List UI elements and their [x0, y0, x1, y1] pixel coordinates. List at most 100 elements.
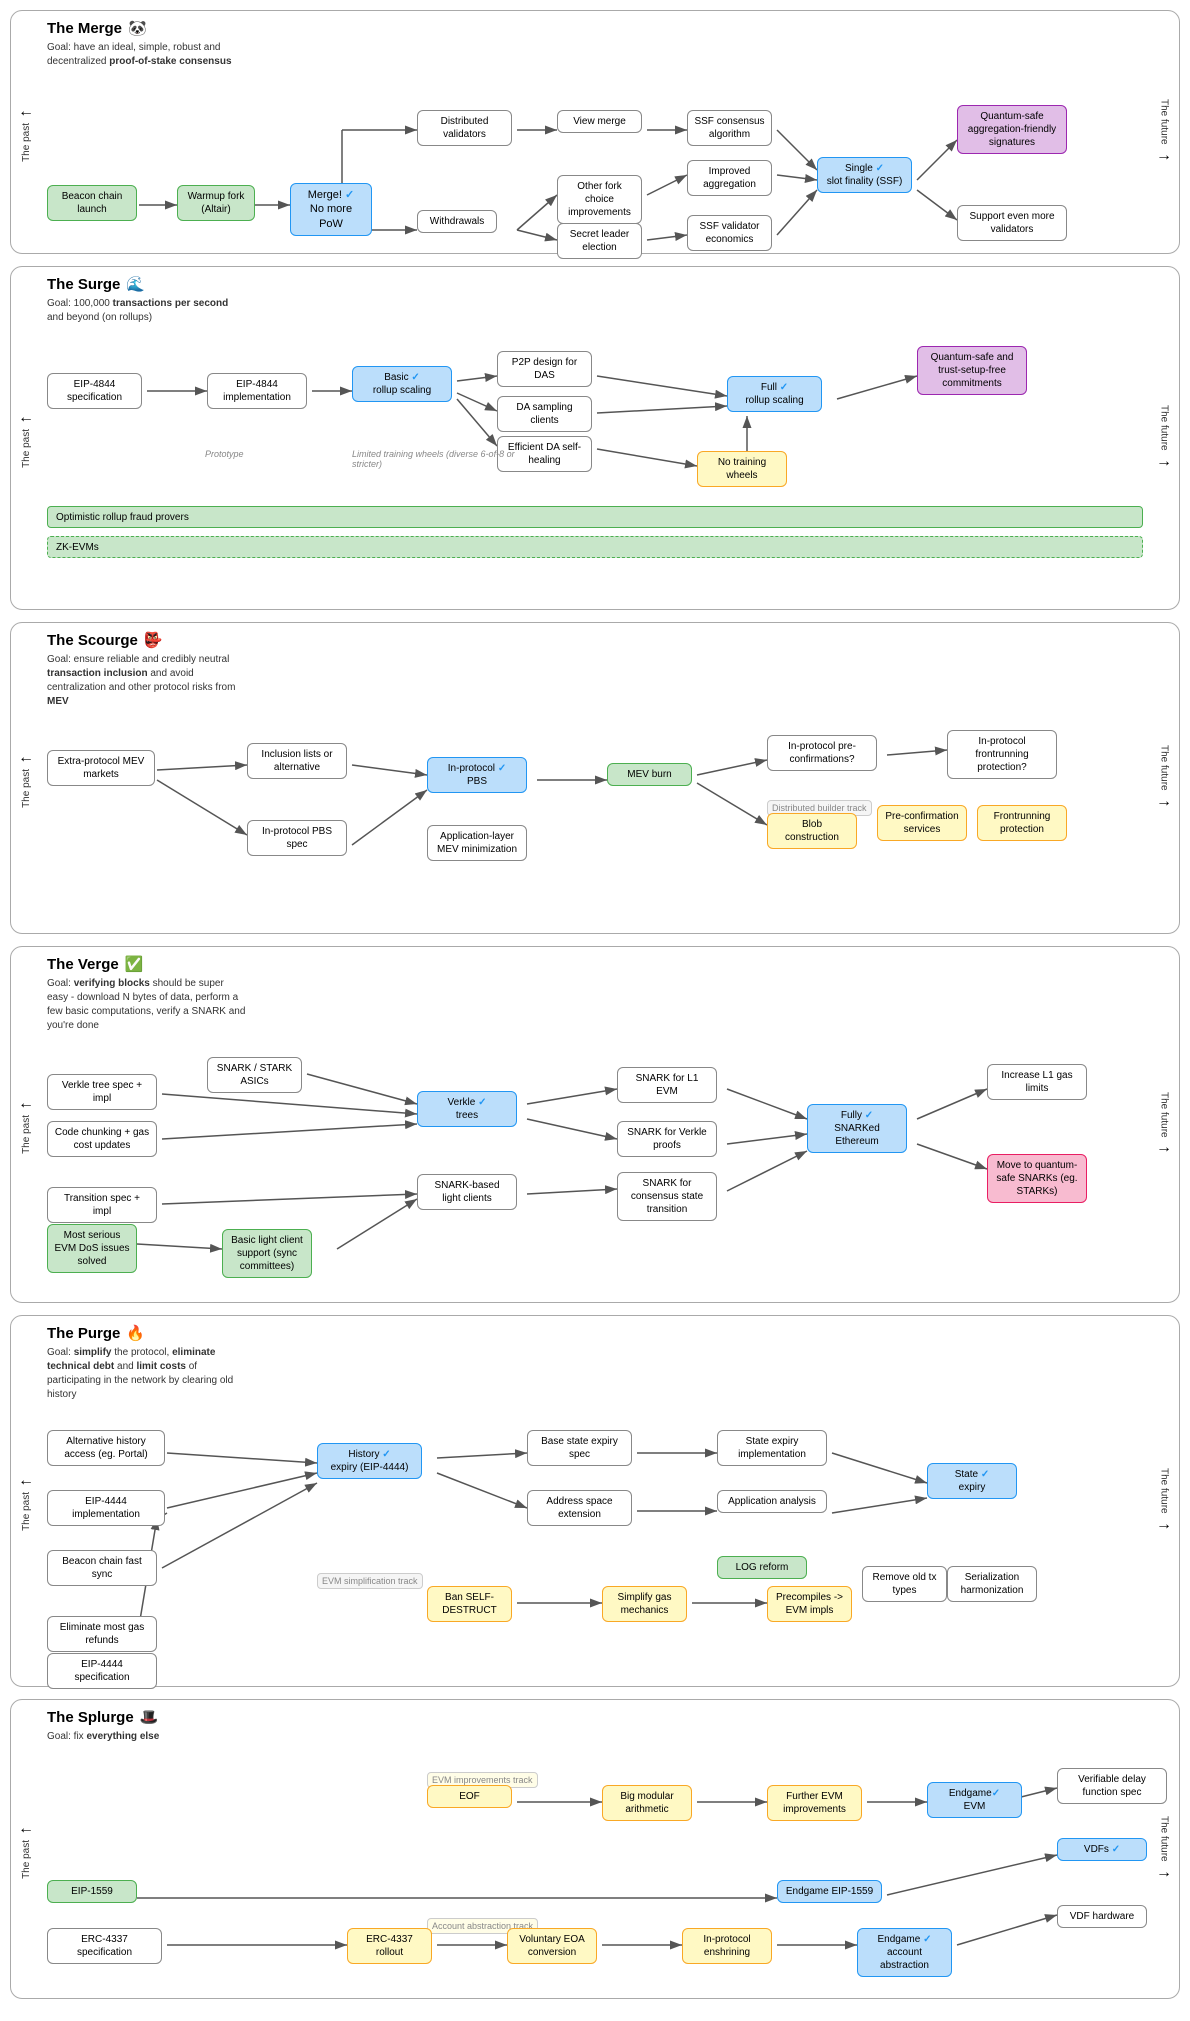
verge-left-arrow: ← The past — [11, 947, 41, 1302]
purge-title: The Purge 🔥 — [47, 1324, 1143, 1342]
view-merge-node: View merge — [557, 110, 642, 133]
eip4444-impl-node: EIP-4444 implementation — [47, 1490, 165, 1526]
fully-snarked-node: Fully ✓SNARKed Ethereum — [807, 1104, 907, 1153]
limited-training-label: Limited training wheels (diverse 6-of-8 … — [352, 449, 532, 469]
verge-goal: Goal: verifying blocks should be super e… — [47, 977, 247, 1033]
other-fork-node: Other fork choice improvements — [557, 175, 642, 224]
splurge-section: ← The past The Splurge 🎩 Goal: fix every… — [10, 1699, 1180, 1999]
verge-title: The Verge ✅ — [47, 955, 1143, 973]
snark-l1-evm-node: SNARK for L1 EVM — [617, 1067, 717, 1103]
history-expiry-node: History ✓expiry (EIP-4444) — [317, 1443, 422, 1479]
remove-old-tx-node: Remove old tx types — [862, 1566, 947, 1602]
scourge-flow: Extra-protocol MEV markets Inclusion lis… — [47, 715, 1143, 925]
verge-right-arrow: The future → — [1149, 947, 1179, 1302]
ssf-consensus-node: SSF consensus algorithm — [687, 110, 772, 146]
application-analysis-node: Application analysis — [717, 1490, 827, 1513]
zk-evms-bar: ZK-EVMs — [47, 536, 1143, 558]
log-reform-node: LOG reform — [717, 1556, 807, 1579]
secret-leader-node: Secret leader election — [557, 223, 642, 259]
surge-goal: Goal: 100,000 transactions per second an… — [47, 297, 247, 325]
state-expiry-done-node: State ✓expiry — [927, 1463, 1017, 1499]
state-expiry-impl-node: State expiry implementation — [717, 1430, 827, 1466]
in-protocol-pbs-node: In-protocol ✓PBS — [427, 757, 527, 793]
transition-spec-node: Transition spec + impl — [47, 1187, 157, 1223]
increase-l1-node: Increase L1 gas limits — [987, 1064, 1087, 1100]
withdrawals-node: Withdrawals — [417, 210, 497, 233]
evm-simp-label: EVM simplification track — [317, 1573, 423, 1589]
snark-light-clients-node: SNARK-based light clients — [417, 1174, 517, 1210]
full-rollup-node: Full ✓rollup scaling — [727, 376, 822, 412]
verge-content: The Verge ✅ Goal: verifying blocks shoul… — [41, 947, 1149, 1302]
merge-left-arrow: ← The past — [11, 11, 41, 253]
in-protocol-enshrining-node: In-protocol enshrining — [682, 1928, 772, 1964]
inclusion-lists-node: Inclusion lists or alternative — [247, 743, 347, 779]
endgame-eip1559-node: Endgame EIP-1559 — [777, 1880, 882, 1903]
verge-section: ← The past The Verge ✅ Goal: verifying b… — [10, 946, 1180, 1303]
warmup-fork-node: Warmup fork (Altair) — [177, 185, 255, 221]
surge-right-arrow: The future → — [1149, 267, 1179, 609]
precompiles-node: Precompiles -> EVM impls — [767, 1586, 852, 1622]
purge-right-arrow: The future → — [1149, 1316, 1179, 1686]
in-protocol-frontrunning-node: In-protocol frontrunning protection? — [947, 730, 1057, 779]
purge-flow: Alternative history access (eg. Portal) … — [47, 1408, 1143, 1678]
in-protocol-pbs-spec-node: In-protocol PBS spec — [247, 820, 347, 856]
support-more-validators-node: Support even more validators — [957, 205, 1067, 241]
merge-content: The Merge 🐼 Goal: have an ideal, simple,… — [41, 11, 1149, 253]
splurge-flow: EVM improvements track Account abstracti… — [47, 1750, 1143, 1990]
scourge-title: The Scourge 👺 — [47, 631, 1143, 649]
vdf-hardware-node: VDF hardware — [1057, 1905, 1147, 1928]
base-state-expiry-node: Base state expiry spec — [527, 1430, 632, 1466]
simplify-gas-node: Simplify gas mechanics — [602, 1586, 687, 1622]
snark-verkle-proofs-node: SNARK for Verkle proofs — [617, 1121, 717, 1157]
quantum-safe-node: Quantum-safe aggregation-friendly signat… — [957, 105, 1067, 154]
ban-selfdestruct-node: Ban SELF-DESTRUCT — [427, 1586, 512, 1622]
splurge-right-arrow: The future → — [1149, 1700, 1179, 1998]
vdfs-node: VDFs ✓ — [1057, 1838, 1147, 1861]
verkle-trees-node: Verkle ✓trees — [417, 1091, 517, 1127]
splurge-goal: Goal: fix everything else — [47, 1730, 247, 1744]
prototype-label: Prototype — [205, 449, 244, 459]
eliminate-gas-refunds-node: Eliminate most gas refunds — [47, 1616, 157, 1652]
verkle-tree-spec-node: Verkle tree spec + impl — [47, 1074, 157, 1110]
eip4444-spec-node: EIP-4444 specification — [47, 1653, 157, 1689]
surge-title: The Surge 🌊 — [47, 275, 1143, 293]
extra-protocol-node: Extra-protocol MEV markets — [47, 750, 155, 786]
surge-content: The Surge 🌊 Goal: 100,000 transactions p… — [41, 267, 1149, 609]
frontrunning-protection-node: Frontrunning protection — [977, 805, 1067, 841]
voluntary-eoa-node: Voluntary EOA conversion — [507, 1928, 597, 1964]
improved-aggregation-node: Improved aggregation — [687, 160, 772, 196]
ssf-node: Single ✓slot finality (SSF) — [817, 157, 912, 193]
splurge-content: The Splurge 🎩 Goal: fix everything else — [41, 1700, 1149, 1998]
erc4337-spec-node: ERC-4337 specification — [47, 1928, 162, 1964]
eip4844-spec-node: EIP-4844 specification — [47, 373, 142, 409]
scourge-right-arrow: The future → — [1149, 623, 1179, 933]
ssf-validator-node: SSF validator economics — [687, 215, 772, 251]
big-modular-node: Big modular arithmetic — [602, 1785, 692, 1821]
merge-section: ← The past The Merge 🐼 Goal: have an ide… — [10, 10, 1180, 254]
merge-goal: Goal: have an ideal, simple, robust and … — [47, 41, 247, 69]
alt-history-node: Alternative history access (eg. Portal) — [47, 1430, 165, 1466]
surge-section: ← The past The Surge 🌊 Goal: 100,000 tra… — [10, 266, 1180, 610]
basic-light-client-node: Basic light client support (sync committ… — [222, 1229, 312, 1278]
eof-node: EOF — [427, 1785, 512, 1808]
splurge-title: The Splurge 🎩 — [47, 1708, 1143, 1726]
eip4844-impl-node: EIP-4844 implementation — [207, 373, 307, 409]
endgame-evm-node: Endgame✓EVM — [927, 1782, 1022, 1818]
snark-consensus-node: SNARK for consensus state transition — [617, 1172, 717, 1221]
scourge-left-arrow: ← The past — [11, 623, 41, 933]
purge-content: The Purge 🔥 Goal: simplify the protocol,… — [41, 1316, 1149, 1686]
beacon-fast-sync-node: Beacon chain fast sync — [47, 1550, 157, 1586]
surge-flow: EIP-4844 specification EIP-4844 implemen… — [47, 331, 1143, 601]
purge-left-arrow: ← The past — [11, 1316, 41, 1686]
mev-burn-node: MEV burn — [607, 763, 692, 786]
purge-goal: Goal: simplify the protocol, eliminate t… — [47, 1346, 247, 1402]
in-protocol-preconf-node: In-protocol pre-confirmations? — [767, 735, 877, 771]
address-space-node: Address space extension — [527, 1490, 632, 1526]
snark-stark-asics-node: SNARK / STARK ASICs — [207, 1057, 302, 1093]
vdf-spec-node: Verifiable delay function spec — [1057, 1768, 1167, 1804]
p2p-das-node: P2P design for DAS — [497, 351, 592, 387]
eip1559-node: EIP-1559 — [47, 1880, 137, 1903]
optimistic-bar: Optimistic rollup fraud provers — [47, 506, 1143, 528]
merge-flow: Beacon chain launch Warmup fork (Altair)… — [47, 75, 1143, 245]
merge-right-arrow: The future → — [1149, 11, 1179, 253]
